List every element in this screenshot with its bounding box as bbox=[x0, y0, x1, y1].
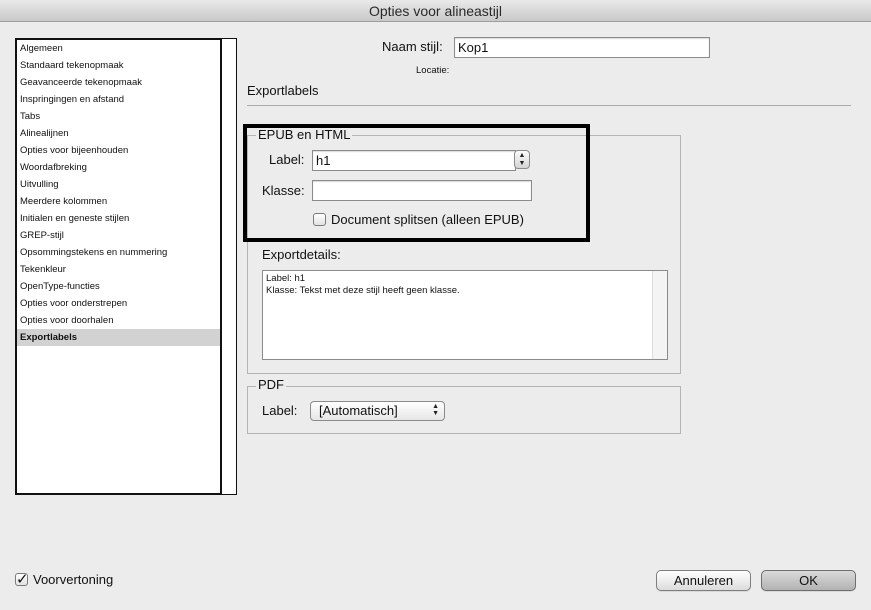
sidebar-item[interactable]: Alinealijnen bbox=[17, 125, 220, 142]
sidebar-item[interactable]: Uitvulling bbox=[17, 176, 220, 193]
sidebar-item[interactable]: Standaard tekenopmaak bbox=[17, 57, 220, 74]
sidebar-item[interactable]: Opties voor doorhalen bbox=[17, 312, 220, 329]
pdf-label-select[interactable]: [Automatisch] ▲ ▼ bbox=[310, 401, 445, 421]
sidebar-item[interactable]: Opties voor onderstrepen bbox=[17, 295, 220, 312]
export-details-line-label: Label: h1 bbox=[266, 273, 306, 284]
pdf-group-title: PDF bbox=[256, 377, 286, 392]
location-label: Locatie: bbox=[416, 65, 450, 76]
sidebar-item[interactable]: GREP-stijl bbox=[17, 227, 220, 244]
style-name-input[interactable] bbox=[454, 37, 710, 58]
export-details-line-class: Klasse: Tekst met deze stijl heeft geen … bbox=[266, 285, 460, 296]
preview-checkbox[interactable] bbox=[15, 570, 29, 588]
sidebar-item[interactable]: Opties voor bijeenhouden bbox=[17, 142, 220, 159]
sidebar-item[interactable]: OpenType-functies bbox=[17, 278, 220, 295]
sidebar-item[interactable]: Tekenkleur bbox=[17, 261, 220, 278]
section-divider bbox=[247, 105, 851, 106]
sidebar-item[interactable]: Exportlabels bbox=[17, 329, 220, 346]
category-list-scrollbar[interactable] bbox=[222, 38, 237, 495]
sidebar-item[interactable]: Geavanceerde tekenopmaak bbox=[17, 74, 220, 91]
pdf-label-label: Label: bbox=[262, 403, 298, 418]
sidebar-item[interactable]: Opsommingstekens en nummering bbox=[17, 244, 220, 261]
sidebar-item[interactable]: Woordafbreking bbox=[17, 159, 220, 176]
export-details-title: Exportdetails: bbox=[262, 247, 341, 262]
pdf-label-select-value: [Automatisch] bbox=[319, 403, 398, 418]
sidebar-item[interactable]: Initialen en geneste stijlen bbox=[17, 210, 220, 227]
cancel-button[interactable]: Annuleren bbox=[656, 570, 751, 591]
style-name-label: Naam stijl: bbox=[382, 39, 443, 54]
emphasis-frame bbox=[243, 124, 590, 242]
preview-label[interactable]: Voorvertoning bbox=[33, 572, 113, 587]
sidebar-item[interactable]: Algemeen bbox=[17, 40, 220, 57]
sidebar-item[interactable]: Inspringingen en afstand bbox=[17, 91, 220, 108]
export-details-box[interactable]: Label: h1 Klasse: Tekst met deze stijl h… bbox=[262, 270, 668, 360]
window-title: Opties voor alineastijl bbox=[0, 0, 871, 22]
sidebar-item[interactable]: Meerdere kolommen bbox=[17, 193, 220, 210]
ok-button[interactable]: OK bbox=[761, 570, 856, 591]
select-arrows-icon: ▲ ▼ bbox=[432, 403, 439, 417]
section-title: Exportlabels bbox=[247, 83, 319, 98]
category-list[interactable]: Algemeen Standaard tekenopmaak Geavanceerd… bbox=[15, 38, 222, 495]
sidebar-item[interactable]: Tabs bbox=[17, 108, 220, 125]
export-details-scrollbar[interactable] bbox=[652, 271, 667, 359]
